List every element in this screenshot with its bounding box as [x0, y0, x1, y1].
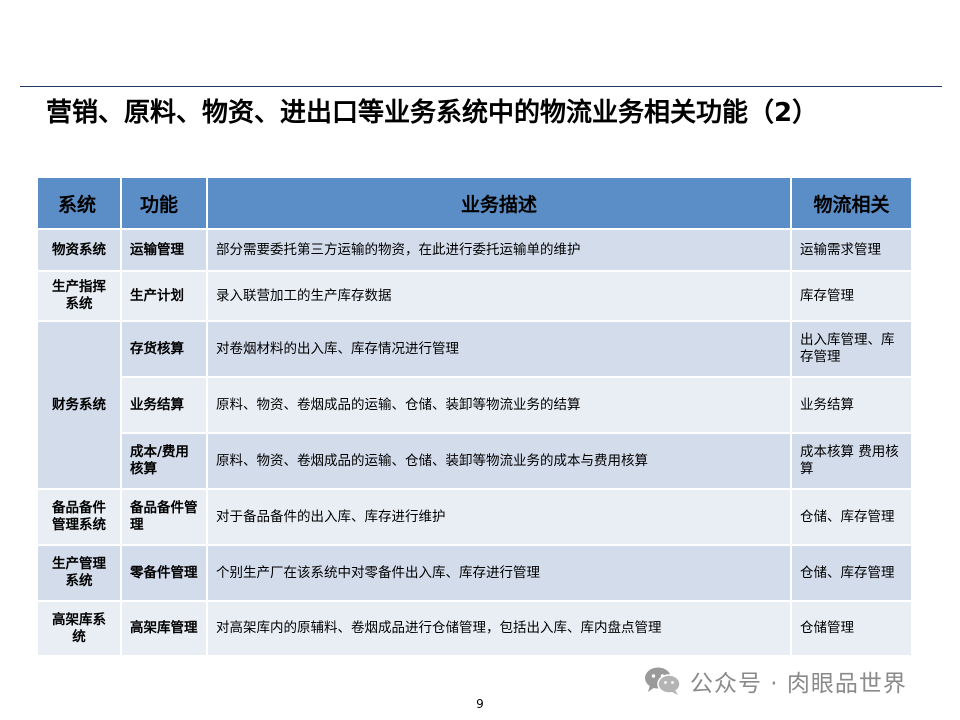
header-description: 业务描述 [206, 176, 792, 230]
watermark-text: 公众号 · 肉眼品世界 [690, 671, 907, 697]
watermark: 公众号 · 肉眼品世界 [644, 664, 907, 698]
system-cell: 生产指挥系统 [36, 270, 122, 322]
wechat-icon [644, 666, 682, 696]
system-cell: 高架库系统 [36, 600, 122, 657]
description-cell: 对于备品备件的出入库、库存进行维护 [206, 488, 792, 546]
function-cell: 生产计划 [120, 270, 208, 322]
header-logistics: 物流相关 [790, 176, 913, 230]
table-header-row: 系统 功能 业务描述 物流相关 [36, 176, 913, 230]
table-row: 业务结算 原料、物资、卷烟成品的运输、仓储、装卸等物流业务的结算 业务结算 [37, 376, 913, 434]
description-cell: 对卷烟材料的出入库、库存情况进行管理 [206, 320, 792, 378]
description-cell: 个别生产厂在该系统中对零备件出入库、库存进行管理 [206, 544, 792, 602]
logistics-cell: 出入库管理、库存管理 [790, 320, 913, 378]
logistics-cell: 仓储管理 [790, 600, 913, 657]
page-number: 9 [476, 697, 484, 711]
description-cell: 录入联营加工的生产库存数据 [206, 270, 792, 322]
description-cell: 部分需要委托第三方运输的物资，在此进行委托运输单的维护 [206, 228, 792, 272]
logistics-function-table: 系统 功能 业务描述 物流相关 物资系统 运输管理 部分需要委托第三方运输的物资… [36, 176, 913, 657]
table-row: 物资系统 运输管理 部分需要委托第三方运输的物资，在此进行委托运输单的维护 运输… [36, 228, 913, 272]
logistics-cell: 运输需求管理 [790, 228, 913, 272]
system-cell: 财务系统 [36, 320, 122, 490]
table-row: 成本/费用核算 原料、物资、卷烟成品的运输、仓储、装卸等物流业务的成本与费用核算… [37, 432, 913, 490]
table-row: 财务系统 存货核算 对卷烟材料的出入库、库存情况进行管理 出入库管理、库存管理 [36, 320, 913, 490]
description-cell: 对高架库内的原辅料、卷烟成品进行仓储管理，包括出入库、库内盘点管理 [206, 600, 792, 657]
logistics-cell: 业务结算 [790, 376, 913, 434]
description-cell: 原料、物资、卷烟成品的运输、仓储、装卸等物流业务的结算 [206, 376, 792, 434]
header-system: 系统 [36, 176, 122, 230]
table-row: 备品备件管理系统 备品备件管理 对于备品备件的出入库、库存进行维护 仓储、库存管… [36, 488, 913, 546]
system-cell: 生产管理系统 [36, 544, 122, 602]
title-divider [20, 86, 942, 87]
table-row: 生产指挥系统 生产计划 录入联营加工的生产库存数据 库存管理 [36, 270, 913, 322]
logistics-cell: 成本核算 费用核算 [790, 432, 913, 490]
system-cell: 备品备件管理系统 [36, 488, 122, 546]
function-cell: 备品备件管理 [120, 488, 208, 546]
logistics-cell: 仓储、库存管理 [790, 488, 913, 546]
table-row: 生产管理系统 零备件管理 个别生产厂在该系统中对零备件出入库、库存进行管理 仓储… [36, 544, 913, 602]
function-cell: 零备件管理 [120, 544, 208, 602]
header-function: 功能 [120, 176, 208, 230]
description-cell: 原料、物资、卷烟成品的运输、仓储、装卸等物流业务的成本与费用核算 [206, 432, 792, 490]
function-cell: 成本/费用核算 [120, 432, 208, 490]
table-row: 高架库系统 高架库管理 对高架库内的原辅料、卷烟成品进行仓储管理，包括出入库、库… [36, 600, 913, 657]
function-cell: 存货核算 [120, 320, 208, 378]
logistics-cell: 仓储、库存管理 [790, 544, 913, 602]
system-cell: 物资系统 [36, 228, 122, 272]
function-cell: 运输管理 [120, 228, 208, 272]
logistics-cell: 库存管理 [790, 270, 913, 322]
function-cell: 高架库管理 [120, 600, 208, 657]
page-title: 营销、原料、物资、进出口等业务系统中的物流业务相关功能（2） [46, 98, 819, 128]
function-cell: 业务结算 [120, 376, 208, 434]
